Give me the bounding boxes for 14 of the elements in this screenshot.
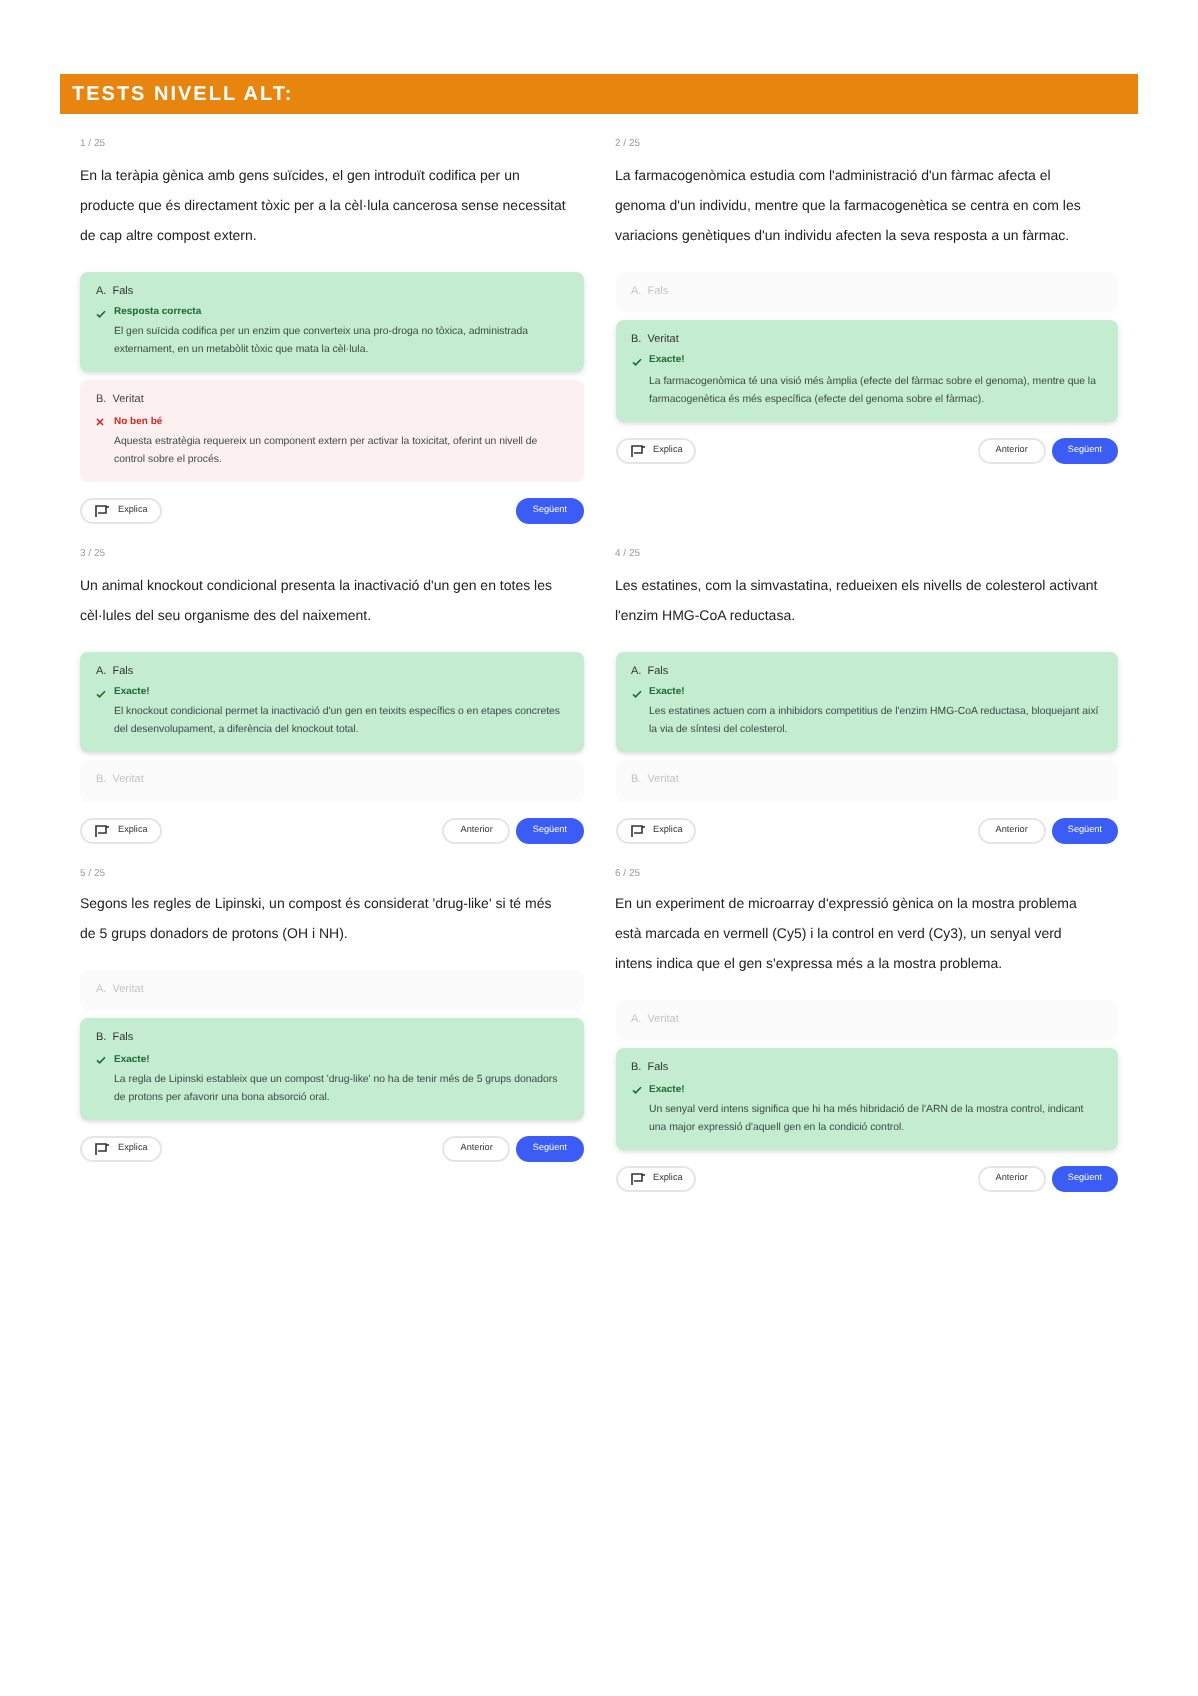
flag-icon (94, 1142, 110, 1156)
check-icon (96, 689, 106, 697)
flag-icon (629, 1172, 645, 1186)
flag-icon (629, 443, 645, 457)
flag-icon (629, 823, 645, 837)
check-icon (96, 1056, 106, 1065)
flag-icon (94, 504, 110, 518)
check-icon (631, 689, 641, 697)
check-icon (631, 357, 641, 366)
page-title: TESTS NIVELL ALT: (72, 81, 294, 109)
check-icon (96, 309, 106, 317)
check-icon (631, 1086, 641, 1095)
flag-icon (94, 823, 110, 837)
cross-icon (96, 418, 104, 427)
